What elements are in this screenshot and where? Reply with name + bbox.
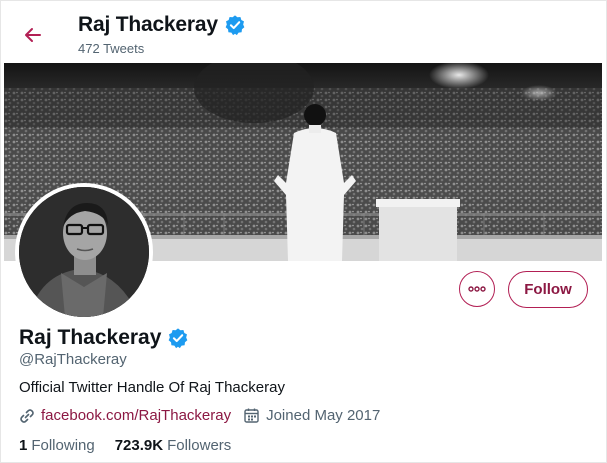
followers-label: Followers [167, 437, 232, 454]
follow-button[interactable]: Follow [508, 271, 588, 308]
profile-handle: @RajThackeray [19, 351, 127, 368]
more-options-button[interactable] [459, 271, 495, 307]
more-horizontal-icon [468, 286, 486, 292]
following-stat[interactable]: 1 Following [19, 437, 95, 454]
avatar-image [19, 187, 149, 317]
header-name-text: Raj Thackeray [78, 13, 218, 36]
profile-meta: facebook.com/RajThackeray Joined May 201… [19, 407, 380, 424]
profile-page: Raj Thackeray 472 Tweets Follow Raj Thac… [0, 0, 607, 463]
back-button[interactable] [15, 17, 51, 53]
website-link[interactable]: facebook.com/RajThackeray [41, 407, 231, 424]
arrow-left-icon [25, 28, 41, 42]
verified-badge-icon [225, 15, 245, 36]
following-count: 1 [19, 437, 28, 454]
verified-badge-icon [169, 328, 188, 349]
joined-date: Joined May 2017 [266, 407, 381, 424]
link-icon [20, 408, 34, 423]
tweet-count: 472 Tweets [78, 41, 145, 56]
profile-name-text: Raj Thackeray [19, 326, 162, 349]
profile-name: Raj Thackeray [19, 326, 189, 350]
followers-count: 723.9K [114, 437, 164, 454]
followers-stat[interactable]: 723.9K Followers [115, 437, 232, 454]
avatar[interactable] [15, 183, 153, 321]
calendar-icon [243, 407, 260, 424]
following-label: Following [31, 437, 95, 454]
follow-stats: 1 Following 723.9K Followers [19, 437, 231, 454]
header-title: Raj Thackeray [78, 13, 246, 37]
profile-bio: Official Twitter Handle Of Raj Thackeray [19, 379, 285, 396]
